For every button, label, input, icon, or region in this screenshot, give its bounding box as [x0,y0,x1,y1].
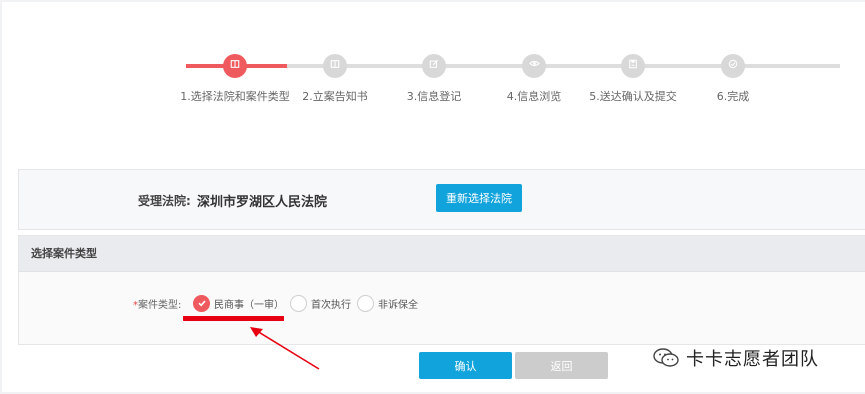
check-icon [721,54,745,78]
case-type-label-text: 案件类型: [138,300,182,311]
case-type-panel: 选择案件类型 *案件类型: 民商事（一审） 首次执行 非诉保全 [18,235,865,345]
back-button[interactable]: 返回 [515,352,608,379]
case-type-field-label: *案件类型: [133,296,181,311]
reselect-court-button[interactable]: 重新选择法院 [436,184,522,212]
step-6: 6.完成 [673,54,793,104]
confirm-button[interactable]: 确认 [419,352,512,379]
case-type-header: 选择案件类型 [19,236,865,272]
radio-icon[interactable] [290,294,307,312]
option-label: 民商事（一审） [214,299,284,311]
annotation-underline [183,316,284,321]
court-name: 深圳市罗湖区人民法院 [197,195,328,210]
case-type-option-civil[interactable]: 民商事（一审） [193,292,284,314]
page: 1.选择法院和案件类型 2.立案告知书 3.信息登记 4.信息浏览 5.送达确认 [2,2,865,392]
court-label: 受理法院: [138,194,191,208]
save-icon [621,54,645,78]
book-icon [323,54,347,78]
eye-icon [522,54,546,78]
case-type-row: *案件类型: 民商事（一审） 首次执行 非诉保全 [19,292,865,314]
radio-checked-icon[interactable] [193,294,210,312]
step-label: 6.完成 [716,90,750,103]
book-icon [223,54,247,78]
radio-icon[interactable] [357,294,374,312]
case-type-option-execution[interactable]: 首次执行 [290,292,351,314]
case-type-option-preservation[interactable]: 非诉保全 [357,292,418,314]
edit-icon [422,54,446,78]
annotation-arrow [250,327,320,370]
watermark-text: 卡卡志愿者团队 [686,349,819,370]
court-panel: 受理法院: 深圳市罗湖区人民法院 重新选择法院 [18,169,865,230]
option-label: 首次执行 [311,299,351,311]
progress-stepper: 1.选择法院和案件类型 2.立案告知书 3.信息登记 4.信息浏览 5.送达确认 [180,54,840,104]
wechat-icon [653,348,679,367]
option-label: 非诉保全 [378,299,418,311]
watermark: 卡卡志愿者团队 [652,345,819,371]
